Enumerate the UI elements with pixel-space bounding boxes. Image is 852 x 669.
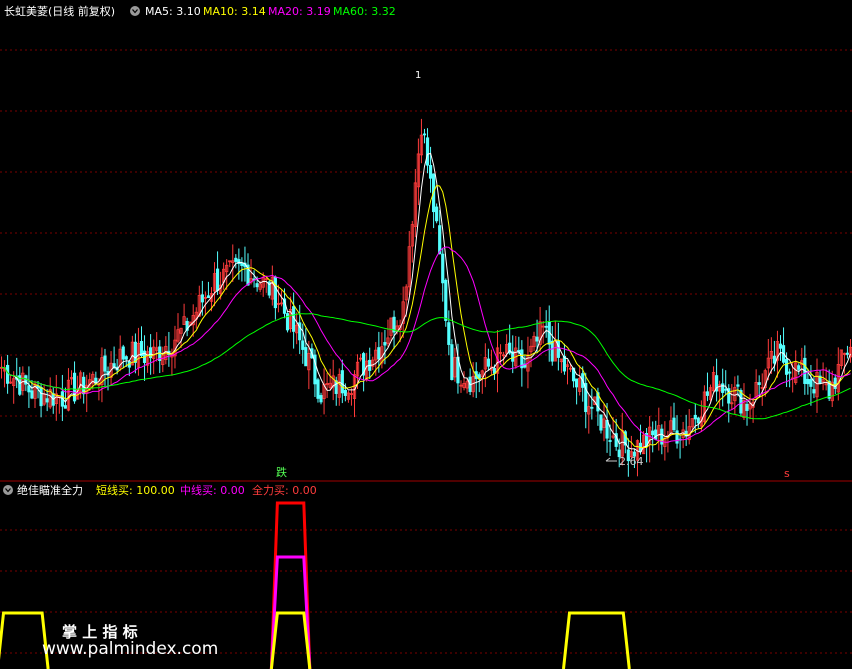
candle-body (215, 268, 220, 291)
candle-body (444, 279, 448, 321)
candle-body (550, 340, 554, 362)
candle-body (425, 137, 430, 166)
indicator-title: 绝佳瞄准全力 (17, 483, 83, 497)
ma5-line (1, 152, 851, 453)
candle-body (757, 382, 761, 385)
candle-body (599, 414, 603, 431)
candle-body (255, 283, 259, 288)
candle-body (234, 257, 238, 262)
candle-body (575, 378, 579, 388)
candle-body (651, 430, 655, 436)
candle-body (806, 378, 810, 385)
candle-body (301, 340, 305, 350)
candle-body (544, 325, 548, 328)
low-annotation: 2.64 (605, 455, 644, 468)
candle-body (383, 342, 387, 346)
candle-body (273, 276, 277, 309)
indicator-short-value: 短线买: 100.00 (96, 483, 175, 497)
candle-body (200, 294, 204, 303)
candle-body (450, 344, 454, 380)
candle-body (447, 322, 451, 345)
candle-body (30, 390, 34, 399)
candlestick-series (0, 118, 852, 477)
candle-body (240, 262, 244, 266)
candle-body (343, 389, 347, 396)
candle-body (696, 417, 700, 424)
signal-right-label: s (784, 467, 790, 480)
candle-body (319, 395, 323, 403)
candle-body (739, 390, 743, 414)
candle-body (590, 406, 594, 409)
candle-body (477, 374, 481, 379)
candle-body (809, 379, 813, 387)
candle-body (608, 440, 612, 442)
candle-body (441, 253, 445, 284)
short-buy-pulse (562, 611, 631, 669)
ma5-value: MA5: 3.10 (145, 5, 201, 18)
main-header: 长虹美菱(日线 前复权) MA5: 3.10 MA10: 3.14 MA20: … (4, 4, 396, 18)
candle-body (304, 347, 308, 367)
candle-body (778, 343, 783, 349)
candle-body (721, 383, 725, 393)
candle-body (435, 206, 439, 222)
candle-body (377, 347, 381, 360)
candle-body (724, 388, 728, 391)
indicator-full-value: 全力买: 0.00 (252, 483, 317, 497)
ma20-value: MA20: 3.19 (268, 5, 331, 18)
candle-body (72, 372, 77, 402)
moving-average-lines (1, 152, 851, 453)
candle-body (788, 371, 792, 374)
candle-body (27, 385, 31, 393)
low-label: 2.64 (619, 455, 644, 468)
indicator-mid-value: 中线买: 0.00 (180, 483, 245, 497)
candle-body (124, 356, 128, 360)
candle-body (206, 295, 211, 299)
candle-body (784, 358, 789, 375)
candle-body (133, 341, 138, 363)
ma20-line (1, 246, 851, 443)
candle-body (812, 389, 816, 394)
candle-body (422, 133, 427, 136)
signal-left-label: 跌 (276, 465, 287, 479)
candle-body (486, 358, 490, 367)
candle-body (45, 398, 49, 403)
candle-body (39, 386, 43, 407)
candle-body (63, 405, 68, 409)
candle-body (535, 336, 539, 342)
indicator-header: 绝佳瞄准全力 短线买: 100.00 中线买: 0.00 全力买: 0.00 (3, 483, 317, 497)
candle-body (428, 165, 433, 179)
short-buy-pulse (0, 611, 50, 669)
candle-body (672, 417, 676, 431)
ma10-line (1, 184, 851, 449)
stock-title: 长虹美菱(日线 前复权) (4, 4, 115, 18)
indicator-menu-icon[interactable] (3, 485, 13, 495)
candle-body (693, 414, 697, 420)
candle-body (103, 355, 107, 372)
ma10-value: MA10: 3.14 (203, 5, 266, 18)
candle-body (745, 403, 749, 411)
peak-marker: 1 (415, 70, 421, 81)
short-buy-pulse (269, 611, 312, 669)
menu-dropdown-icon[interactable] (130, 6, 140, 16)
candle-body (340, 370, 344, 394)
candle-body (675, 430, 679, 444)
candle-body (438, 225, 442, 255)
candle-body (797, 365, 801, 370)
stock-chart: 1 2.64 跌 s 长虹美菱(日线 前复权) MA5: 3.10 MA10: … (0, 4, 852, 669)
ma60-value: MA60: 3.32 (333, 5, 396, 18)
candle-body (845, 352, 850, 355)
candle-body (736, 384, 740, 387)
watermark-url: www.palmindex.com (42, 639, 218, 659)
candle-body (121, 346, 125, 360)
candle-body (6, 364, 10, 384)
candle-body (316, 379, 320, 399)
candle-body (705, 391, 710, 396)
